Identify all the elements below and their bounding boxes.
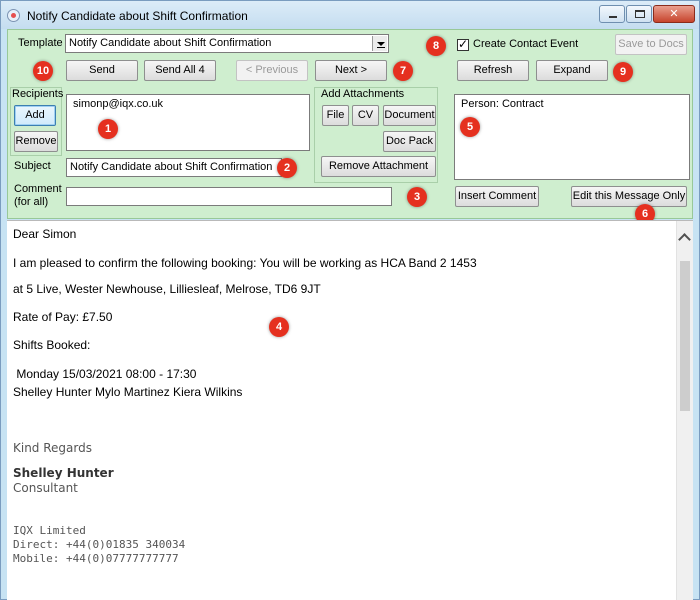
message-line-address: at 5 Live, Wester Newhouse, Lilliesleaf,… xyxy=(13,282,321,296)
message-shift-date: Monday 15/03/2021 08:00 - 17:30 xyxy=(13,367,197,381)
callout-badge-4: 4 xyxy=(269,317,289,337)
create-contact-event-label: Create Contact Event xyxy=(473,38,579,50)
comment-label-sub: (for all) xyxy=(14,196,49,208)
template-select[interactable]: Notify Candidate about Shift Confirmatio… xyxy=(65,34,389,53)
attach-document-button[interactable]: Document xyxy=(383,105,436,126)
refresh-button[interactable]: Refresh xyxy=(457,60,529,81)
maximize-button[interactable] xyxy=(626,5,652,23)
comment-label: Comment xyxy=(14,183,62,195)
minimize-button[interactable] xyxy=(599,5,625,23)
send-all-button[interactable]: Send All 4 xyxy=(144,60,216,81)
template-value: Notify Candidate about Shift Confirmatio… xyxy=(69,37,272,49)
compose-panel: Template Notify Candidate about Shift Co… xyxy=(7,29,693,224)
maximize-icon xyxy=(635,10,645,18)
window-title: Notify Candidate about Shift Confirmatio… xyxy=(27,9,248,23)
app-icon xyxy=(7,9,20,22)
subject-value: Notify Candidate about Shift Confirmatio… xyxy=(70,161,273,173)
close-button[interactable]: ✕ xyxy=(653,5,695,23)
signature-role: Consultant xyxy=(13,481,78,495)
remove-attachment-button[interactable]: Remove Attachment xyxy=(321,156,436,177)
callout-badge-9: 9 xyxy=(613,62,633,82)
recipient-item[interactable]: simonp@iqx.co.uk xyxy=(73,98,303,110)
callout-badge-3: 3 xyxy=(407,187,427,207)
callout-badge-5: 5 xyxy=(460,117,480,137)
person-info-box: Person: Contract xyxy=(454,94,690,180)
callout-badge-8: 8 xyxy=(426,36,446,56)
remove-recipient-button[interactable]: Remove xyxy=(14,131,58,152)
callout-badge-7: 7 xyxy=(393,61,413,81)
chevron-down-icon[interactable] xyxy=(372,36,387,51)
comment-input[interactable] xyxy=(66,187,392,206)
message-shifts-header: Shifts Booked: xyxy=(13,338,91,352)
attachments-label: Add Attachments xyxy=(321,88,405,100)
signature-name: Shelley Hunter xyxy=(13,466,114,480)
title-bar[interactable]: Notify Candidate about Shift Confirmatio… xyxy=(1,1,699,29)
add-recipient-button[interactable]: Add xyxy=(14,105,56,126)
signature-mobile: Mobile: +44(0)07777777777 xyxy=(13,552,179,565)
message-rate: Rate of Pay: £7.50 xyxy=(13,310,113,324)
insert-comment-button[interactable]: Insert Comment xyxy=(455,186,539,207)
attach-cv-button[interactable]: CV xyxy=(352,105,379,126)
scroll-thumb[interactable] xyxy=(680,261,690,411)
signature-regards: Kind Regards xyxy=(13,441,92,455)
signature-direct: Direct: +44(0)01835 340034 xyxy=(13,538,186,551)
template-label: Template xyxy=(18,37,63,49)
recipients-label: Recipients xyxy=(12,88,64,100)
callout-badge-1: 1 xyxy=(98,119,118,139)
scroll-up-icon[interactable] xyxy=(678,233,691,246)
create-contact-event-checkbox[interactable]: ✓ xyxy=(457,37,469,51)
signature-company: IQX Limited xyxy=(13,524,86,537)
checkmark-icon: ✓ xyxy=(458,37,469,51)
save-to-docs-button[interactable]: Save to Docs xyxy=(615,34,687,55)
message-shift-people: Shelley Hunter Mylo Martinez Kiera Wilki… xyxy=(13,385,243,399)
subject-label: Subject xyxy=(14,160,51,172)
person-info-text: Person: Contract xyxy=(461,98,544,110)
attach-doc-pack-button[interactable]: Doc Pack xyxy=(383,131,436,152)
send-button[interactable]: Send xyxy=(66,60,138,81)
message-body[interactable]: Dear Simon I am pleased to confirm the f… xyxy=(7,220,693,600)
edit-message-only-button[interactable]: Edit this Message Only xyxy=(571,186,687,207)
close-icon: ✕ xyxy=(669,8,679,20)
message-line-booking: I am pleased to confirm the following bo… xyxy=(13,256,477,270)
callout-badge-10: 10 xyxy=(33,61,53,81)
callout-badge-2: 2 xyxy=(277,158,297,178)
minimize-icon xyxy=(609,16,617,18)
previous-button[interactable]: < Previous xyxy=(236,60,308,81)
email-window: Notify Candidate about Shift Confirmatio… xyxy=(0,0,700,600)
expand-button[interactable]: Expand xyxy=(536,60,608,81)
message-greeting: Dear Simon xyxy=(13,227,77,241)
subject-input[interactable]: Notify Candidate about Shift Confirmatio… xyxy=(66,158,282,177)
attach-file-button[interactable]: File xyxy=(322,105,349,126)
message-scrollbar[interactable] xyxy=(676,221,693,600)
next-button[interactable]: Next > xyxy=(315,60,387,81)
